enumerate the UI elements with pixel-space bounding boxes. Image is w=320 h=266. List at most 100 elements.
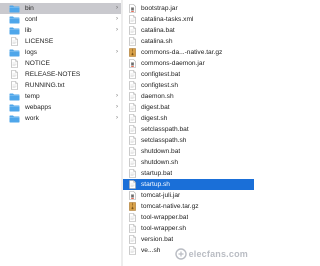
folder-icon — [9, 16, 20, 24]
folder-icon — [9, 93, 20, 101]
file-label: startup.sh — [141, 181, 170, 188]
file-item[interactable]: setclasspath.bat — [123, 124, 254, 135]
sidebar-item-conf[interactable]: conf › — [0, 14, 121, 25]
file-label: configtest.sh — [141, 82, 179, 89]
sidebar-item-work[interactable]: work › — [0, 113, 121, 124]
item-label: LICENSE — [25, 38, 54, 45]
item-label: RELEASE-NOTES — [25, 71, 81, 78]
file-item[interactable]: daemon.sh — [123, 91, 254, 102]
file-label: ve...sh — [141, 247, 161, 254]
sidebar-item-logs[interactable]: logs › — [0, 47, 121, 58]
sidebar-item-lib[interactable]: lib › — [0, 25, 121, 36]
document-icon — [129, 147, 136, 156]
sidebar-item-license[interactable]: LICENSE — [0, 36, 121, 47]
file-label: setclasspath.sh — [141, 137, 187, 144]
file-item[interactable]: tomcat-native.tar.gz — [123, 201, 254, 212]
item-label: lib — [25, 27, 32, 34]
file-label: commons-da...-native.tar.gz — [141, 49, 223, 56]
folder-icon — [9, 104, 20, 112]
document-icon — [129, 37, 136, 46]
file-item[interactable]: setclasspath.sh — [123, 135, 254, 146]
sidebar-item-notice[interactable]: NOTICE — [0, 58, 121, 69]
item-label: bin — [25, 5, 34, 12]
document-icon — [129, 92, 136, 101]
file-label: catalina.sh — [141, 38, 173, 45]
document-icon — [11, 81, 18, 90]
file-label: setclasspath.bat — [141, 126, 189, 133]
document-icon — [129, 158, 136, 167]
document-icon — [129, 246, 136, 255]
document-icon — [129, 235, 136, 244]
sidebar-item-running-txt[interactable]: RUNNING.txt — [0, 80, 121, 91]
file-item[interactable]: shutdown.bat — [123, 146, 254, 157]
chevron-right-icon: › — [116, 93, 118, 99]
file-item[interactable]: tomcat-juli.jar — [123, 190, 254, 201]
sidebar-item-bin[interactable]: bin › — [0, 3, 121, 14]
file-label: tomcat-juli.jar — [141, 192, 181, 199]
file-item[interactable]: catalina.sh — [123, 36, 254, 47]
document-icon — [129, 26, 136, 35]
file-label: digest.sh — [141, 115, 168, 122]
chevron-right-icon: › — [116, 104, 118, 110]
chevron-right-icon: › — [116, 115, 118, 121]
folder-icon — [9, 5, 20, 13]
jar-icon — [129, 59, 136, 68]
file-item[interactable]: catalina-tasks.xml — [123, 14, 254, 25]
document-icon — [129, 224, 136, 233]
file-item[interactable]: bootstrap.jar — [123, 3, 254, 14]
file-item[interactable]: commons-daemon.jar — [123, 58, 254, 69]
watermark-text: elecfans.com — [188, 249, 248, 259]
file-item[interactable]: catalina.bat — [123, 25, 254, 36]
folder-icon — [9, 115, 20, 123]
parent-folder-column[interactable]: bin › conf › lib › LICENSE logs › NOTICE RELEASE-N… — [0, 0, 121, 266]
folder-icon — [9, 49, 20, 57]
file-label: digest.bat — [141, 104, 170, 111]
chevron-right-icon: › — [116, 5, 118, 11]
file-label: catalina.bat — [141, 27, 175, 34]
file-item[interactable]: digest.sh — [123, 113, 254, 124]
archive-icon — [129, 48, 136, 57]
file-item[interactable]: startup.bat — [123, 168, 254, 179]
bin-folder-column[interactable]: bootstrap.jar catalina-tasks.xml catalina.… — [123, 0, 254, 266]
document-icon — [11, 37, 18, 46]
file-item[interactable]: tool-wrapper.sh — [123, 223, 254, 234]
document-icon — [129, 169, 136, 178]
file-item[interactable]: version.bat — [123, 234, 254, 245]
file-item[interactable]: shutdown.sh — [123, 157, 254, 168]
watermark-logo: elecfans.com — [174, 248, 248, 260]
document-icon — [129, 114, 136, 123]
document-icon — [129, 180, 136, 189]
item-label: logs — [25, 49, 38, 56]
file-label: daemon.sh — [141, 93, 174, 100]
sidebar-item-temp[interactable]: temp › — [0, 91, 121, 102]
document-icon — [129, 15, 136, 24]
document-icon — [129, 136, 136, 145]
folder-icon — [9, 27, 20, 35]
archive-icon — [129, 202, 136, 211]
file-label: shutdown.sh — [141, 159, 179, 166]
item-label: conf — [25, 16, 38, 23]
item-label: temp — [25, 93, 40, 100]
file-item[interactable]: digest.bat — [123, 102, 254, 113]
sidebar-item-webapps[interactable]: webapps › — [0, 102, 121, 113]
chevron-right-icon: › — [116, 27, 118, 33]
sidebar-item-release-notes[interactable]: RELEASE-NOTES — [0, 69, 121, 80]
file-item[interactable]: configtest.sh — [123, 80, 254, 91]
file-label: tool-wrapper.bat — [141, 214, 189, 221]
item-label: webapps — [25, 104, 52, 111]
file-label: shutdown.bat — [141, 148, 181, 155]
file-item[interactable]: startup.sh — [123, 179, 254, 190]
document-icon — [11, 70, 18, 79]
file-label: configtest.bat — [141, 71, 181, 78]
item-label: work — [25, 115, 39, 122]
file-item[interactable]: commons-da...-native.tar.gz — [123, 47, 254, 58]
file-label: catalina-tasks.xml — [141, 16, 194, 23]
file-item[interactable]: configtest.bat — [123, 69, 254, 80]
file-label: tool-wrapper.sh — [141, 225, 187, 232]
jar-icon — [129, 4, 136, 13]
item-label: NOTICE — [25, 60, 50, 67]
file-item[interactable]: tool-wrapper.bat — [123, 212, 254, 223]
document-icon — [129, 70, 136, 79]
file-label: commons-daemon.jar — [141, 60, 205, 67]
chevron-right-icon: › — [116, 16, 118, 22]
